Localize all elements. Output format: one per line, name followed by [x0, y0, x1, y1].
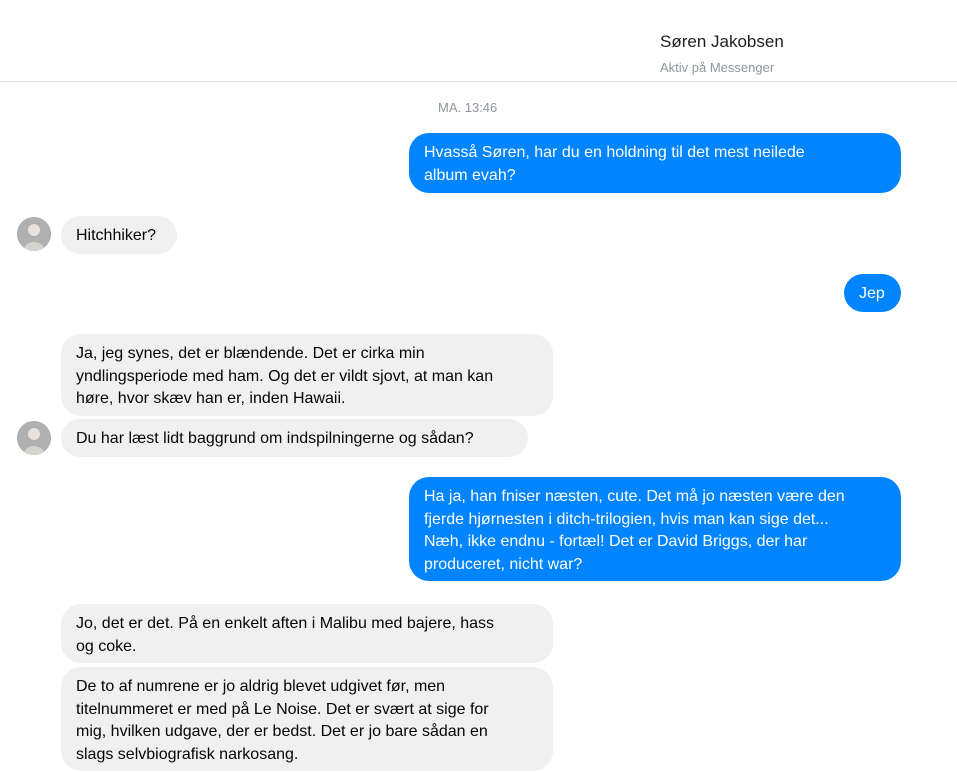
message-bubble-incoming[interactable]: Jo, det er det. På en enkelt aften i Mal… — [61, 604, 553, 663]
person-icon — [17, 421, 51, 455]
contact-name[interactable]: Søren Jakobsen — [660, 32, 784, 52]
message-bubble-outgoing[interactable]: Ha ja, han fniser næsten, cute. Det må j… — [409, 477, 901, 581]
message-timestamp: MA. 13:46 — [438, 100, 498, 115]
message-bubble-outgoing[interactable]: Hvasså Søren, har du en holdning til det… — [409, 133, 901, 193]
person-icon — [17, 217, 51, 251]
contact-avatar[interactable] — [17, 217, 51, 251]
message-bubble-incoming[interactable]: Du har læst lidt baggrund om indspilning… — [61, 419, 528, 457]
message-bubble-incoming[interactable]: Ja, jeg synes, det er blændende. Det er … — [61, 334, 553, 416]
chat-header: Søren Jakobsen Aktiv på Messenger — [0, 0, 957, 82]
contact-avatar[interactable] — [17, 421, 51, 455]
message-bubble-outgoing[interactable]: Jep — [844, 274, 901, 312]
contact-status: Aktiv på Messenger — [660, 60, 775, 75]
message-bubble-incoming[interactable]: De to af numrene er jo aldrig blevet udg… — [61, 667, 553, 771]
message-bubble-incoming[interactable]: Hitchhiker? — [61, 216, 177, 254]
